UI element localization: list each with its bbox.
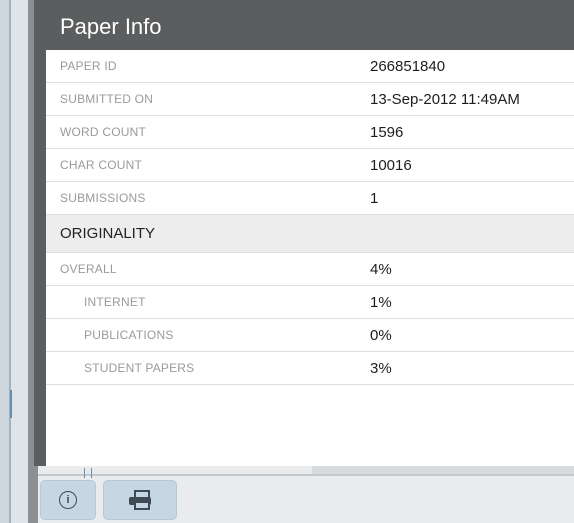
print-button[interactable] bbox=[103, 480, 177, 520]
originality-row-publications: PUBLICATIONS 0% bbox=[46, 318, 574, 352]
info-value: 13-Sep-2012 11:49AM bbox=[356, 82, 574, 116]
originality-row-overall: OVERALL 4% bbox=[46, 252, 574, 286]
originality-label: OVERALL bbox=[46, 252, 356, 286]
originality-value: 4% bbox=[356, 252, 574, 286]
info-value: 1 bbox=[356, 181, 574, 215]
info-row-submissions: SUBMISSIONS 1 bbox=[46, 181, 574, 215]
info-label: PAPER ID bbox=[46, 50, 356, 83]
left-window-edge bbox=[0, 0, 38, 523]
edge-indicator bbox=[10, 390, 12, 418]
originality-value: 1% bbox=[356, 285, 574, 319]
scroll-tick bbox=[84, 468, 85, 478]
info-value: 10016 bbox=[356, 148, 574, 182]
info-label: CHAR COUNT bbox=[46, 148, 356, 182]
info-row-word-count: WORD COUNT 1596 bbox=[46, 115, 574, 149]
paper-info-body: PAPER ID 266851840 SUBMITTED ON 13-Sep-2… bbox=[46, 50, 574, 466]
originality-value: 0% bbox=[356, 318, 574, 352]
originality-row-internet: INTERNET 1% bbox=[46, 285, 574, 319]
info-value: 266851840 bbox=[356, 50, 574, 83]
originality-section-header: ORIGINALITY bbox=[46, 214, 574, 253]
info-icon: i bbox=[59, 491, 77, 509]
originality-row-student-papers: STUDENT PAPERS 3% bbox=[46, 351, 574, 385]
toolbar-divider bbox=[312, 466, 574, 474]
info-row-char-count: CHAR COUNT 10016 bbox=[46, 148, 574, 182]
toolbar-border bbox=[38, 474, 574, 476]
info-label: WORD COUNT bbox=[46, 115, 356, 149]
info-button[interactable]: i bbox=[40, 480, 96, 520]
info-label: SUBMITTED ON bbox=[46, 82, 356, 116]
paper-info-table: PAPER ID 266851840 SUBMITTED ON 13-Sep-2… bbox=[46, 50, 574, 385]
originality-label: STUDENT PAPERS bbox=[46, 351, 356, 385]
panel-title: Paper Info bbox=[60, 14, 162, 39]
scroll-tick bbox=[91, 468, 92, 478]
originality-label: INTERNET bbox=[46, 285, 356, 319]
info-row-submitted-on: SUBMITTED ON 13-Sep-2012 11:49AM bbox=[46, 82, 574, 116]
info-value: 1596 bbox=[356, 115, 574, 149]
print-icon bbox=[129, 490, 151, 510]
info-row-paper-id: PAPER ID 266851840 bbox=[46, 50, 574, 83]
originality-heading: ORIGINALITY bbox=[46, 214, 574, 253]
originality-label: PUBLICATIONS bbox=[46, 318, 356, 352]
info-label: SUBMISSIONS bbox=[46, 181, 356, 215]
originality-value: 3% bbox=[356, 351, 574, 385]
